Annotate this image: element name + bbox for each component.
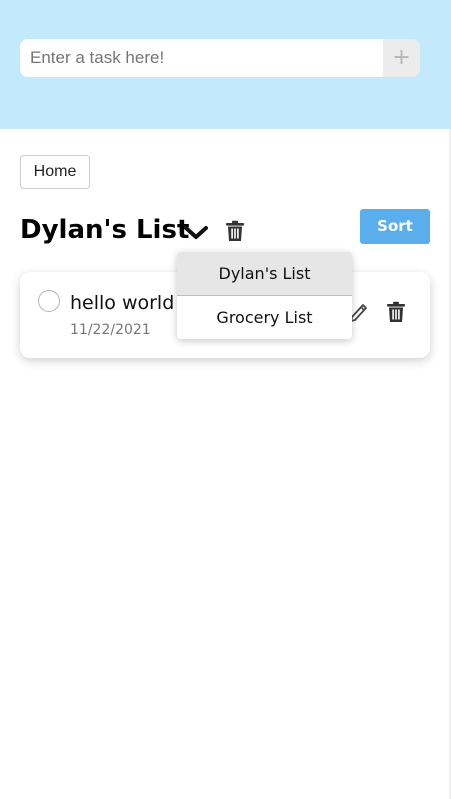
task-entry-bar: +: [20, 39, 420, 77]
chevron-down-icon[interactable]: [183, 222, 209, 242]
task-date: 11/22/2021: [70, 322, 151, 338]
complete-task-checkbox[interactable]: [38, 290, 60, 312]
dropdown-option-dylans-list[interactable]: Dylan's List: [177, 252, 352, 296]
header-bar: +: [0, 0, 451, 129]
task-input[interactable]: [20, 39, 383, 77]
home-button[interactable]: Home: [20, 155, 90, 189]
trash-icon[interactable]: [225, 220, 245, 242]
trash-icon[interactable]: [386, 301, 406, 323]
dropdown-option-grocery-list[interactable]: Grocery List: [177, 296, 352, 339]
list-title: Dylan's List: [20, 215, 190, 245]
task-name: hello world: [70, 292, 175, 314]
sort-button[interactable]: Sort: [360, 209, 430, 244]
add-task-button[interactable]: +: [383, 39, 420, 77]
list-select-dropdown: Dylan's List Grocery List: [177, 252, 352, 339]
